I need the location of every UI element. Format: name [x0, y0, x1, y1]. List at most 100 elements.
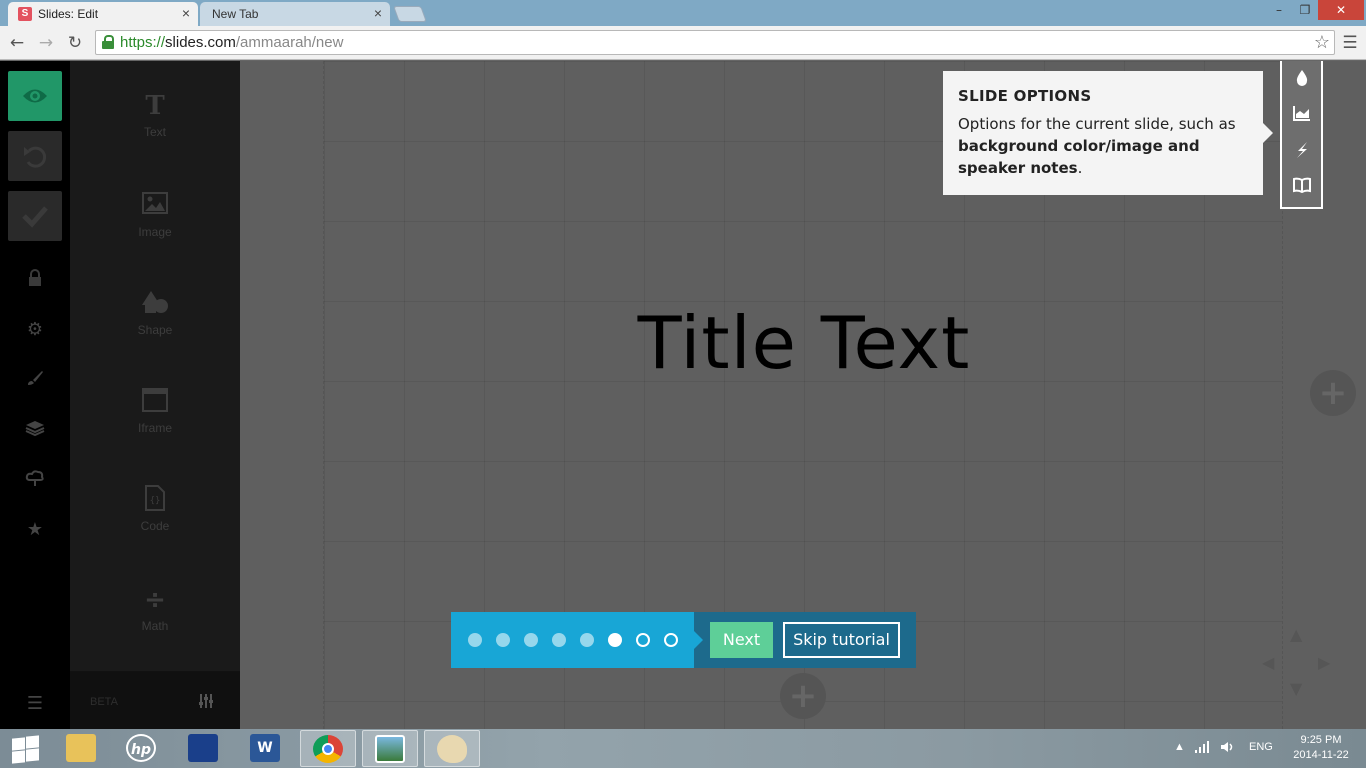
chrome-icon: [313, 735, 343, 763]
windows-start-icon[interactable]: [8, 735, 42, 764]
element-code[interactable]: {} Code: [70, 485, 240, 533]
photo-viewer-icon: [375, 735, 405, 763]
taskbar-file-explorer[interactable]: [54, 730, 110, 767]
word-icon: W: [250, 734, 280, 762]
elements-sidebar: T Text Image Shape Iframe {} Code ÷ Math…: [70, 61, 240, 729]
tutorial-step-dot[interactable]: [636, 633, 650, 647]
taskbar-picture-app[interactable]: [176, 730, 232, 767]
preview-button[interactable]: [8, 71, 62, 121]
taskbar-hp[interactable]: hp: [114, 730, 170, 767]
back-arrow-icon[interactable]: ←: [6, 32, 28, 54]
close-window-button[interactable]: ✕: [1318, 0, 1364, 20]
element-shape[interactable]: Shape: [70, 289, 240, 337]
windows-taskbar: hp W ▲ ENG 9:25 PM 2014-11-22: [0, 729, 1366, 768]
minimize-button[interactable]: –: [1266, 0, 1292, 20]
add-slide-down-button[interactable]: +: [780, 673, 826, 719]
undo-button[interactable]: [8, 131, 62, 181]
arrow-left-icon[interactable]: ◀: [1262, 653, 1274, 672]
reload-icon[interactable]: ↻: [64, 32, 86, 54]
folder-icon: [66, 734, 96, 762]
tutorial-step-dot[interactable]: [552, 633, 566, 647]
tutorial-bar: Next Skip tutorial: [451, 612, 916, 668]
layers-icon[interactable]: [0, 419, 70, 442]
element-label: Iframe: [137, 421, 172, 435]
slide-options-tooltip: SLIDE OPTIONS Options for the current sl…: [943, 71, 1273, 195]
tab-close-icon[interactable]: ×: [182, 5, 190, 21]
slide-navigation-arrows: ▲ ◀ ▶ ▼: [1258, 621, 1338, 701]
browser-toolbar: ← → ↻ https://slides.com/ammaarah/new ☆ …: [0, 26, 1366, 60]
arrow-right-icon[interactable]: ▶: [1318, 653, 1330, 672]
taskbar-chrome[interactable]: [300, 730, 356, 767]
element-iframe[interactable]: Iframe: [70, 387, 240, 435]
bookmark-star-icon[interactable]: ☆: [1314, 32, 1330, 53]
book-icon[interactable]: [1282, 177, 1321, 197]
gear-icon[interactable]: ⚙: [0, 319, 70, 340]
network-signal-icon[interactable]: [1194, 741, 1210, 756]
lock-icon[interactable]: [0, 269, 70, 292]
arrow-down-icon[interactable]: ▼: [1290, 679, 1302, 698]
element-math[interactable]: ÷ Math: [70, 585, 240, 633]
new-tab-button[interactable]: [393, 6, 427, 22]
chrome-menu-icon[interactable]: ☰: [1340, 33, 1360, 53]
element-label: Code: [140, 519, 170, 533]
tab-slides-edit[interactable]: S Slides: Edit ×: [8, 2, 198, 26]
tab-label: New Tab: [212, 7, 259, 21]
maximize-button[interactable]: ❐: [1292, 0, 1318, 20]
tutorial-step-dot[interactable]: [580, 633, 594, 647]
svg-text:{}: {}: [150, 496, 161, 506]
drop-icon[interactable]: [1282, 69, 1321, 91]
element-label: Math: [141, 619, 169, 633]
taskbar-word[interactable]: W: [238, 730, 294, 767]
clock-time: 9:25 PM: [1300, 734, 1342, 746]
element-text[interactable]: T Text: [70, 91, 240, 139]
url-scheme: https://: [120, 34, 166, 51]
browser-titlebar: S Slides: Edit × New Tab × – ❐ ✕: [0, 0, 1366, 26]
tutorial-step-dot[interactable]: [468, 633, 482, 647]
math-icon: ÷: [144, 585, 166, 615]
tutorial-step-dot[interactable]: [608, 633, 622, 647]
eye-icon: [23, 89, 47, 103]
picture-icon: [188, 734, 218, 762]
taskbar-photo-viewer[interactable]: [362, 730, 418, 767]
tab-label: Slides: Edit: [38, 7, 99, 21]
tab-close-icon[interactable]: ×: [374, 5, 382, 21]
url-host: slides.com: [165, 34, 236, 51]
tutorial-next-button[interactable]: Next: [710, 622, 773, 658]
element-label: Shape: [137, 323, 173, 337]
brush-icon[interactable]: [0, 369, 70, 392]
tab-new-tab[interactable]: New Tab ×: [200, 2, 390, 26]
clock-date: 2014-11-22: [1293, 749, 1349, 761]
volume-icon[interactable]: [1220, 741, 1236, 756]
tray-show-hidden-icon[interactable]: ▲: [1174, 741, 1185, 753]
address-bar[interactable]: https://slides.com/ammaarah/new ☆: [95, 30, 1335, 55]
star-icon[interactable]: ★: [0, 519, 70, 540]
cloud-icon[interactable]: [0, 469, 70, 492]
system-clock[interactable]: 9:25 PM 2014-11-22: [1284, 733, 1358, 763]
editor-rail: ⚙ ★ ☰: [0, 61, 70, 729]
elements-footer: BETA: [70, 671, 240, 729]
code-icon: {}: [70, 485, 240, 519]
lightning-icon[interactable]: [1282, 141, 1321, 163]
forward-arrow-icon[interactable]: →: [35, 32, 57, 54]
shape-icon: [70, 289, 240, 323]
element-image[interactable]: Image: [70, 191, 240, 239]
iframe-icon: [70, 387, 240, 421]
hamburger-icon[interactable]: ☰: [0, 693, 70, 714]
chart-icon[interactable]: [1282, 105, 1321, 125]
tutorial-step-dot[interactable]: [496, 633, 510, 647]
add-slide-right-button[interactable]: +: [1310, 370, 1356, 416]
skip-tutorial-button[interactable]: Skip tutorial: [783, 622, 900, 658]
taskbar-paint[interactable]: [424, 730, 480, 767]
element-label: Image: [138, 225, 172, 239]
tooltip-body: Options for the current slide, such as b…: [958, 115, 1236, 177]
save-button[interactable]: [8, 191, 62, 241]
slide-title[interactable]: Title Text: [324, 301, 1284, 385]
arrow-up-icon[interactable]: ▲: [1290, 625, 1302, 644]
url-path: /ammaarah/new: [235, 34, 344, 51]
image-icon: [70, 191, 240, 225]
tutorial-step-dot[interactable]: [524, 633, 538, 647]
undo-icon: [24, 146, 47, 168]
tutorial-step-dot[interactable]: [664, 633, 678, 647]
sliders-icon[interactable]: [198, 693, 214, 713]
language-indicator[interactable]: ENG: [1249, 741, 1273, 753]
